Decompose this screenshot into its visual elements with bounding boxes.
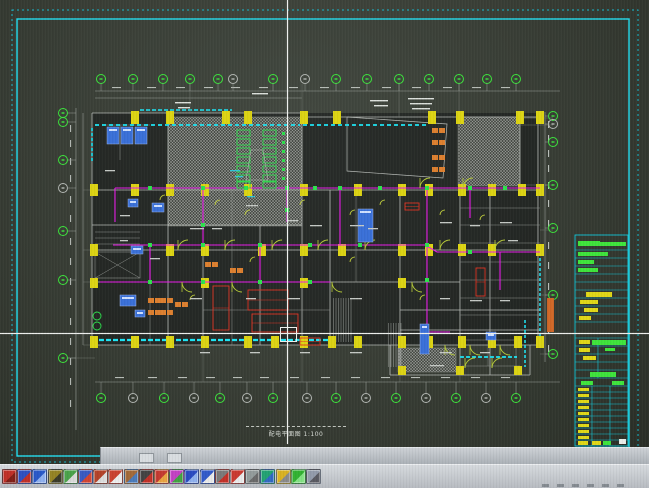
icon-grid-red[interactable] (108, 469, 123, 484)
icon-wire-blue[interactable] (17, 469, 32, 484)
drawing-title-label: 配电平面图 1:100 (246, 426, 346, 438)
icon-fan-gray[interactable] (245, 469, 260, 484)
command-bar[interactable] (100, 447, 649, 465)
statusbar-speck (602, 484, 609, 487)
icon-cube-gray[interactable] (306, 469, 321, 484)
icon-block-dark[interactable] (139, 469, 154, 484)
icon-sphere-green[interactable] (291, 469, 306, 484)
title-block[interactable] (575, 235, 628, 446)
icon-clip-red[interactable] (230, 469, 245, 484)
icon-edit-blue[interactable] (78, 469, 93, 484)
statusbar-speck (542, 484, 549, 487)
icon-help-yellow[interactable] (276, 469, 291, 484)
statusbar-speck (557, 484, 564, 487)
icon-pen-olive[interactable] (48, 469, 63, 484)
plugin-toolbar[interactable] (0, 464, 649, 488)
floor-plan[interactable] (92, 113, 540, 375)
statusbar-speck (587, 484, 594, 487)
icon-scatter-multi[interactable] (169, 469, 184, 484)
icon-table-green[interactable] (63, 469, 78, 484)
icon-arrow-blue[interactable] (184, 469, 199, 484)
command-chip (139, 453, 154, 463)
command-chip (167, 453, 182, 463)
cursor-pickbox[interactable] (280, 327, 297, 342)
icon-image-brown[interactable] (124, 469, 139, 484)
icon-percent-gray[interactable] (215, 469, 230, 484)
crosshair-horizontal-line[interactable] (0, 333, 649, 334)
icon-arrow-red[interactable] (93, 469, 108, 484)
icon-red-tool[interactable] (2, 469, 17, 484)
statusbar-speck (617, 484, 624, 487)
statusbar-speck (572, 484, 579, 487)
icon-axis-blue[interactable] (32, 469, 47, 484)
monitor-photo: 配电平面图 1:100 (0, 0, 649, 488)
icon-table-blue[interactable] (200, 469, 215, 484)
icon-stack-red[interactable] (154, 469, 169, 484)
crosshair-vertical-line[interactable] (287, 0, 288, 444)
icon-image-teal[interactable] (260, 469, 275, 484)
